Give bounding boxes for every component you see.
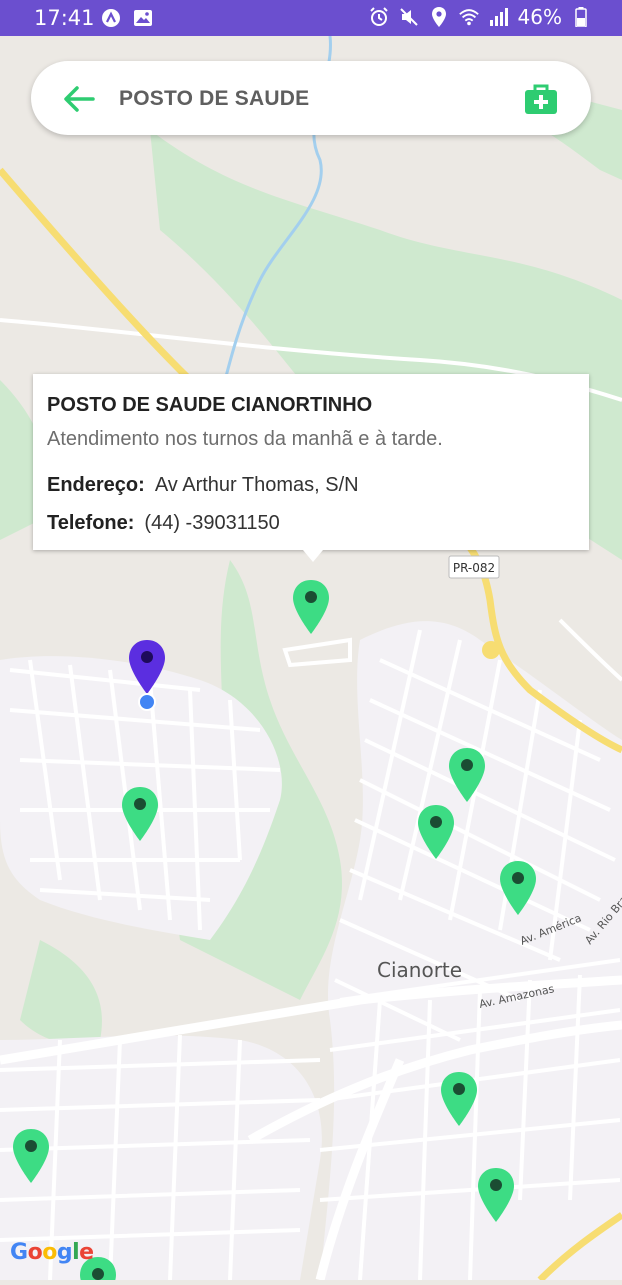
health-post-marker[interactable] — [439, 1070, 479, 1128]
arrow-left-icon — [64, 86, 95, 112]
battery-percent: 46% — [517, 5, 562, 29]
image-notification-icon — [132, 7, 154, 29]
health-post-marker[interactable] — [416, 803, 456, 861]
map-pin-icon — [13, 1129, 49, 1183]
wifi-icon — [458, 6, 480, 28]
map-pin-icon — [441, 1072, 477, 1126]
map-pin-icon — [293, 580, 329, 634]
status-time: 17:41 — [34, 6, 95, 30]
phone-label: Telefone: — [47, 512, 135, 534]
first-aid-kit-icon — [525, 84, 557, 114]
map-pin-icon — [478, 1168, 514, 1222]
map-pin-icon — [418, 805, 454, 859]
health-post-marker[interactable] — [11, 1127, 51, 1185]
first-aid-kit-button[interactable] — [523, 81, 559, 117]
map-canvas: PR-082 Av. América Av. Rio Bra Av. Amazo… — [0, 35, 622, 1283]
address-value: Av Arthur Thomas, S/N — [154, 474, 359, 496]
info-window-description: Atendimento nos turnos da manhã e à tard… — [47, 428, 443, 450]
back-button[interactable] — [61, 81, 97, 117]
phone-row: Telefone: (44) -39031150 — [47, 512, 280, 535]
city-label: Cianorte — [377, 958, 462, 982]
alarm-icon — [368, 6, 390, 28]
map-pin-icon — [500, 861, 536, 915]
status-bar: 17:41 46% — [0, 0, 622, 36]
mute-icon — [398, 6, 420, 28]
top-bar: POSTO DE SAUDE — [31, 61, 591, 135]
page-title: POSTO DE SAUDE — [119, 87, 310, 110]
google-attribution-logo: Google — [10, 1240, 94, 1265]
info-window-title: POSTO DE SAUDE CIANORTINHO — [47, 394, 373, 416]
battery-icon — [570, 6, 592, 28]
location-icon — [428, 6, 450, 28]
phone-value: (44) -39031150 — [144, 512, 280, 534]
info-window[interactable]: POSTO DE SAUDE CIANORTINHO Atendimento n… — [33, 374, 589, 562]
map-pin-icon — [122, 787, 158, 841]
address-label: Endereço: — [47, 474, 145, 496]
map-pin-icon — [449, 748, 485, 802]
signal-icon — [488, 6, 510, 28]
health-post-marker[interactable] — [291, 578, 331, 636]
health-post-marker[interactable] — [447, 746, 487, 804]
map-view[interactable]: PR-082 Av. América Av. Rio Bra Av. Amazo… — [0, 35, 622, 1283]
map-pin-icon — [129, 640, 165, 694]
highway-label: PR-082 — [453, 561, 495, 575]
app-notification-icon — [100, 7, 122, 29]
address-row: Endereço: Av Arthur Thomas, S/N — [47, 474, 359, 497]
user-location-marker[interactable] — [127, 638, 167, 696]
health-post-marker[interactable] — [476, 1166, 516, 1224]
info-window-pointer — [303, 550, 323, 562]
roundabout — [482, 641, 500, 659]
health-post-marker[interactable] — [498, 859, 538, 917]
health-post-marker[interactable] — [120, 785, 160, 843]
user-location-dot — [138, 693, 156, 711]
